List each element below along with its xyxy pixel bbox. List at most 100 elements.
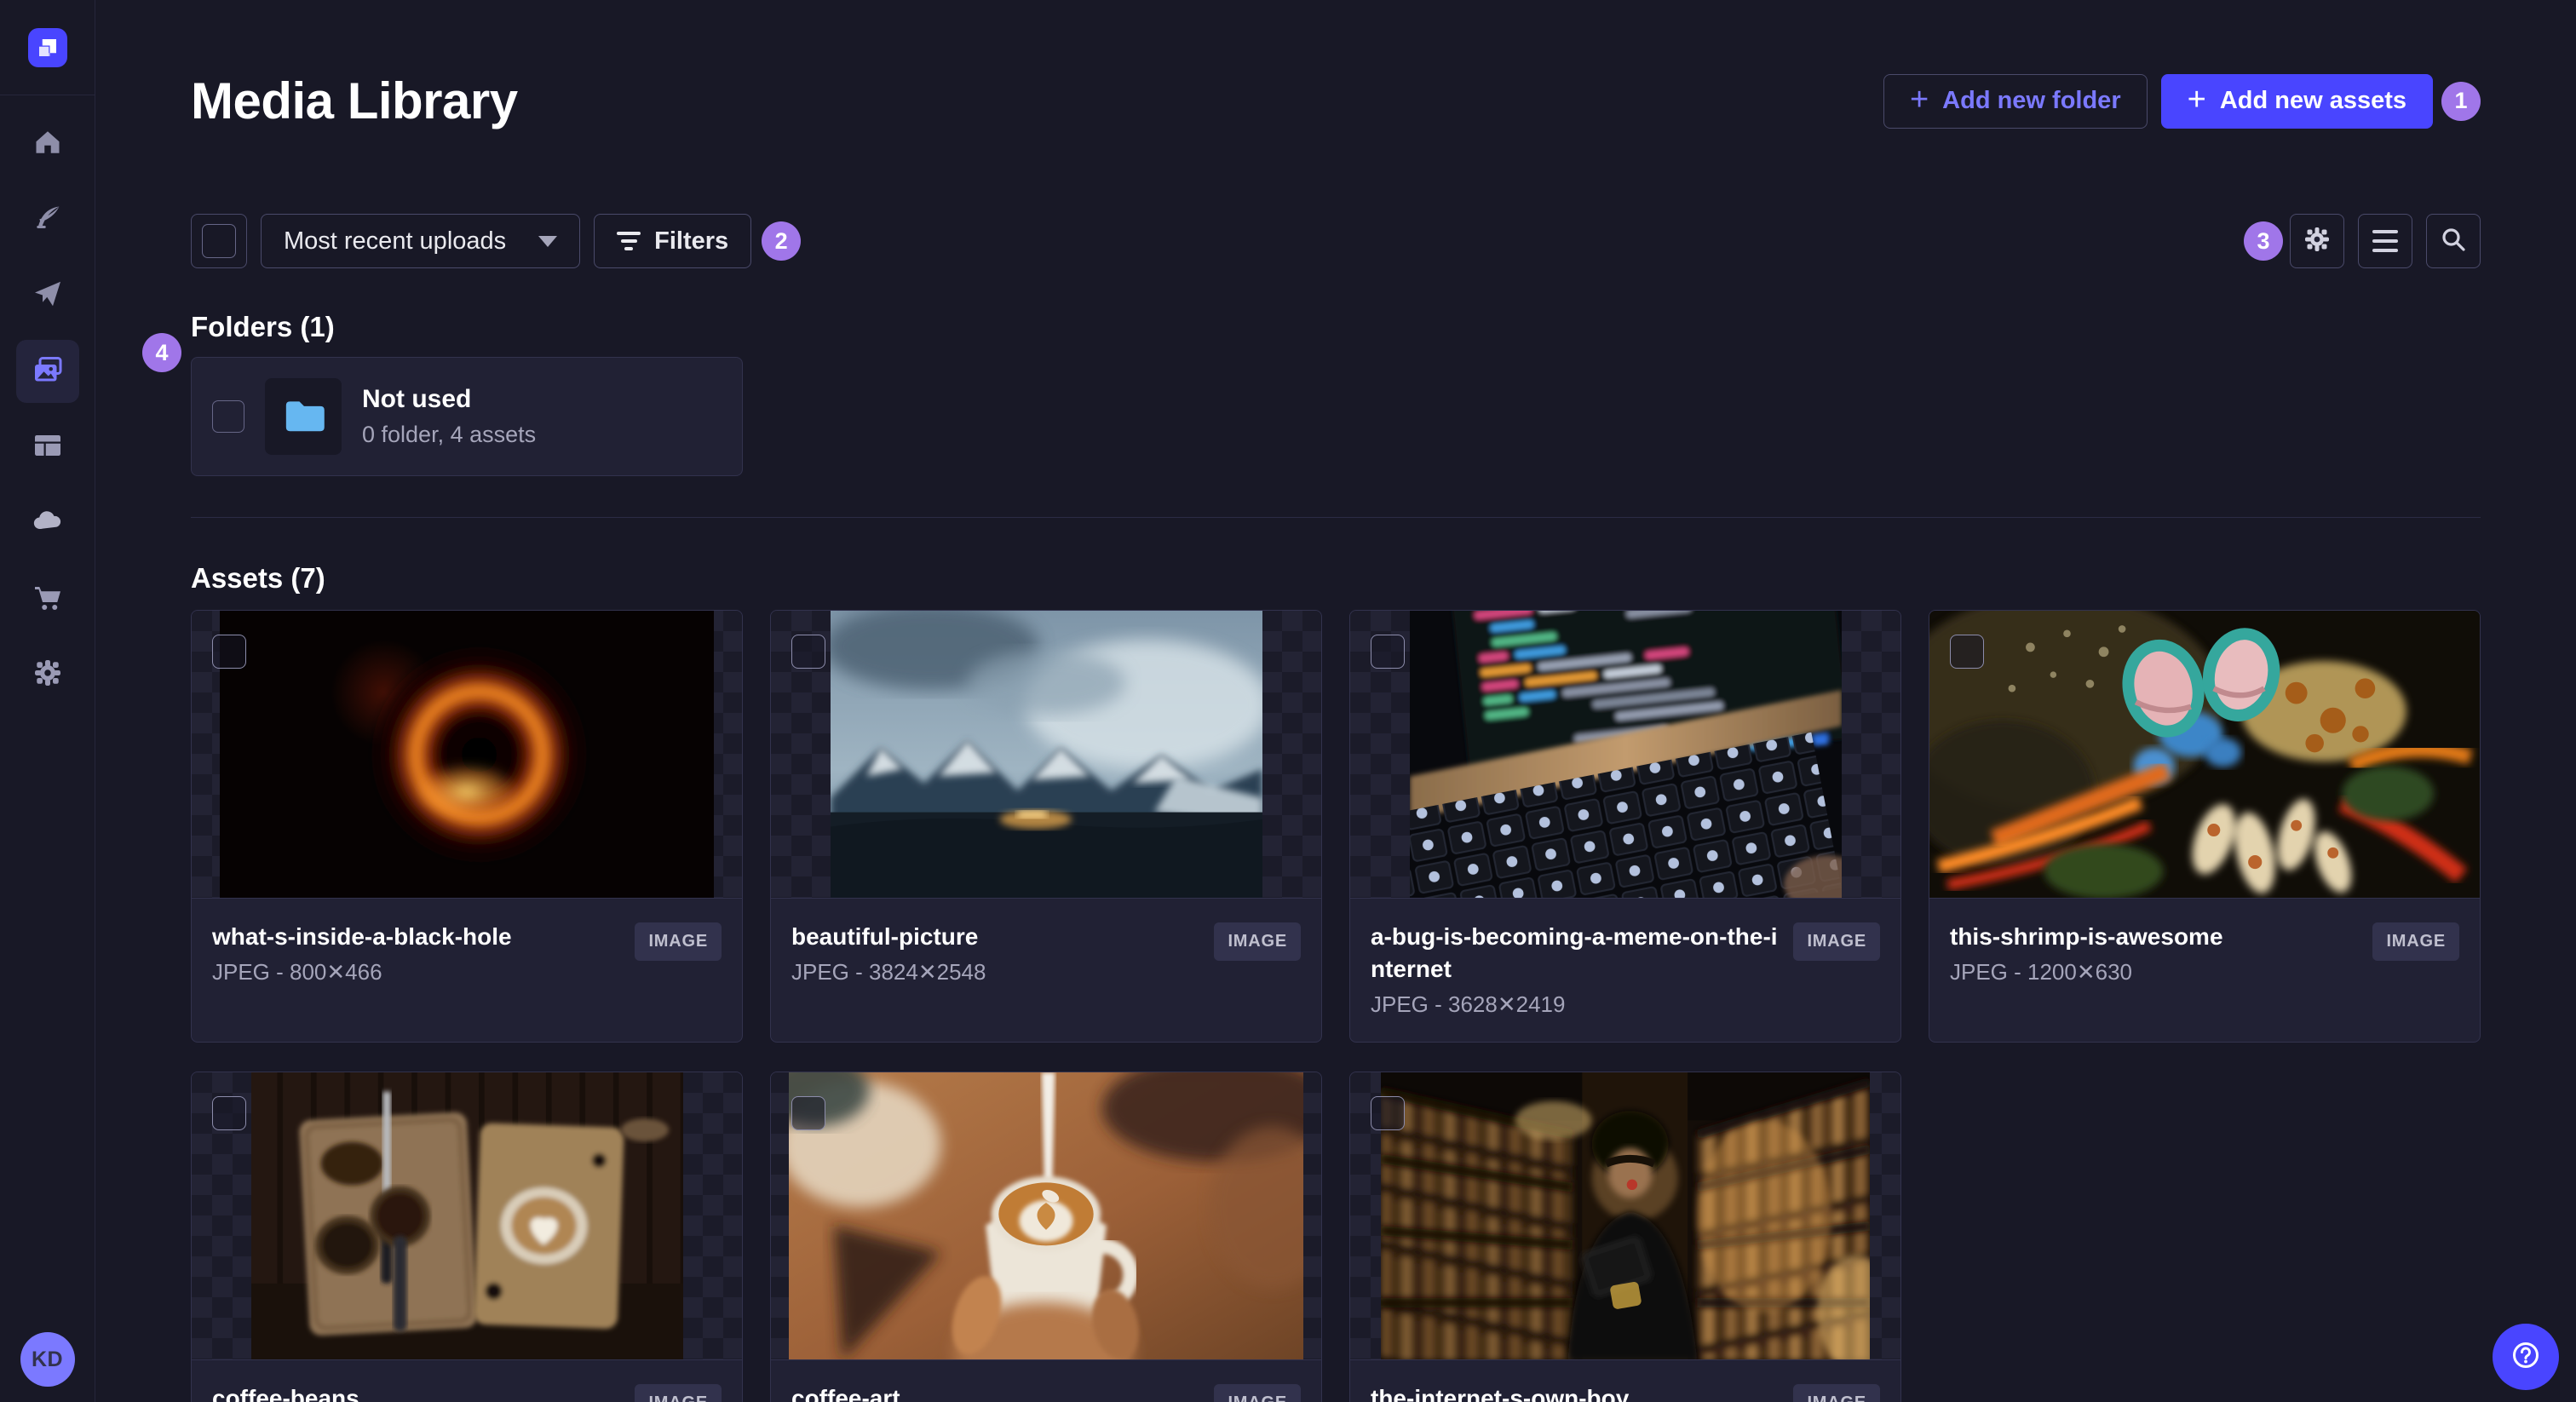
asset-card[interactable]: a-bug-is-becoming-a-meme-on-the-internet…	[1349, 610, 1901, 1043]
asset-info: what-s-inside-a-black-hole JPEG - 800✕46…	[192, 899, 742, 1020]
asset-checkbox[interactable]	[212, 1096, 246, 1130]
asset-card[interactable]: the-internet-s-own-boy JPEG - 1200✕707 I…	[1349, 1072, 1901, 1402]
search-icon	[2439, 225, 2468, 258]
asset-card[interactable]: coffee-art JPEG - 5824✕3259 IMAGE	[770, 1072, 1322, 1402]
asset-info: a-bug-is-becoming-a-meme-on-the-internet…	[1350, 899, 1900, 1042]
asset-name: coffee-beans	[212, 1385, 359, 1402]
asset-thumbnail-art	[1381, 1072, 1870, 1359]
folder-card[interactable]: Not used 0 folder, 4 assets	[191, 357, 743, 476]
view-settings-button[interactable]	[2290, 214, 2344, 268]
filter-icon	[617, 232, 641, 250]
folders-heading: Folders (1)	[191, 311, 335, 342]
logo-container	[0, 0, 95, 95]
asset-info: the-internet-s-own-boy JPEG - 1200✕707 I…	[1350, 1360, 1900, 1402]
search-button[interactable]	[2426, 214, 2481, 268]
sort-select[interactable]: Most recent uploads	[261, 214, 581, 268]
asset-card[interactable]: beautiful-picture JPEG - 3824✕2548 IMAGE	[770, 610, 1322, 1043]
select-all-checkbox-wrapper[interactable]	[191, 214, 247, 268]
asset-checkbox[interactable]	[1950, 635, 1984, 669]
asset-thumbnail-art	[1409, 611, 1842, 898]
media-library-icon	[30, 352, 66, 392]
header-actions: + Add new folder + Add new assets 1	[1883, 73, 2481, 129]
folder-meta: 0 folder, 4 assets	[362, 422, 537, 447]
folder-icon	[281, 396, 325, 438]
folder-checkbox[interactable]	[212, 400, 244, 433]
asset-info: this-shrimp-is-awesome JPEG - 1200✕630 I…	[1929, 899, 2480, 1020]
select-all-checkbox[interactable]	[202, 224, 236, 258]
sidebar-item-content[interactable]	[23, 195, 72, 244]
folders-section: Folders (1) 4 Not used 0 folder, 4 asset…	[142, 311, 2481, 476]
asset-type-badge: IMAGE	[1214, 922, 1301, 961]
user-avatar[interactable]: KD	[20, 1332, 75, 1387]
asset-card[interactable]: coffee-beans JPEG - 5021✕3347 IMAGE	[191, 1072, 743, 1402]
folder-name: Not used	[362, 385, 472, 413]
asset-meta: JPEG - 1200✕630	[1950, 959, 2133, 985]
asset-thumbnail-art	[830, 611, 1262, 898]
folder-text: Not used 0 folder, 4 assets	[362, 385, 536, 448]
strapi-logo[interactable]	[27, 27, 67, 67]
sidebar-item-media-library[interactable]	[15, 340, 79, 403]
asset-checkbox[interactable]	[791, 1096, 825, 1130]
section-divider	[191, 517, 2481, 518]
sidebar-nav	[15, 95, 79, 699]
asset-meta: JPEG - 3824✕2548	[791, 959, 986, 985]
asset-name: beautiful-picture	[791, 923, 979, 950]
filters-button[interactable]: Filters	[594, 214, 752, 268]
gear-icon	[2303, 225, 2332, 258]
page-header: Media Library + Add new folder + Add new…	[191, 0, 2481, 130]
chevron-down-icon	[538, 235, 558, 247]
asset-thumbnail	[771, 1072, 1321, 1360]
gear-icon	[30, 655, 66, 695]
asset-checkbox[interactable]	[1371, 1096, 1405, 1130]
list-view-button[interactable]	[2358, 214, 2412, 268]
asset-thumbnail	[1350, 1072, 1900, 1360]
step-badge-3: 3	[2244, 221, 2283, 261]
asset-card[interactable]: this-shrimp-is-awesome JPEG - 1200✕630 I…	[1929, 610, 2481, 1043]
asset-name: coffee-art	[791, 1385, 900, 1402]
asset-checkbox[interactable]	[212, 635, 246, 669]
asset-type-badge: IMAGE	[1214, 1384, 1301, 1402]
sidebar-item-release[interactable]	[23, 271, 72, 320]
toolbar: Most recent uploads Filters 2 3	[191, 214, 2481, 268]
asset-meta: JPEG - 800✕466	[212, 959, 382, 985]
step-badge-4: 4	[142, 333, 181, 372]
sidebar-item-deploy[interactable]	[23, 498, 72, 548]
asset-type-badge: IMAGE	[1793, 1384, 1880, 1402]
sidebar-item-home[interactable]	[23, 119, 72, 169]
assets-heading: Assets (7)	[191, 562, 325, 594]
sort-select-value: Most recent uploads	[284, 227, 507, 255]
assets-section: Assets (7) what-s-inside-a-black-hole JP…	[191, 562, 2481, 1402]
add-new-assets-button[interactable]: + Add new assets	[2160, 73, 2433, 129]
sidebar-item-marketplace[interactable]	[23, 574, 72, 623]
help-button[interactable]	[2493, 1324, 2559, 1390]
cloud-icon	[30, 503, 66, 543]
question-mark-icon	[2509, 1338, 2543, 1376]
asset-info: coffee-art JPEG - 5824✕3259 IMAGE	[771, 1360, 1321, 1402]
feather-icon	[30, 200, 66, 240]
asset-card[interactable]: what-s-inside-a-black-hole JPEG - 800✕46…	[191, 610, 743, 1043]
sidebar: KD	[0, 0, 95, 1402]
asset-checkbox[interactable]	[791, 635, 825, 669]
asset-info: coffee-beans JPEG - 5021✕3347 IMAGE	[192, 1360, 742, 1402]
asset-name: what-s-inside-a-black-hole	[212, 923, 512, 950]
add-new-folder-button[interactable]: + Add new folder	[1883, 73, 2148, 129]
asset-type-badge: IMAGE	[635, 1384, 722, 1402]
asset-type-badge: IMAGE	[1793, 922, 1880, 961]
sidebar-item-content-type-builder[interactable]	[23, 422, 72, 472]
asset-thumbnail	[192, 1072, 742, 1360]
list-icon	[2372, 230, 2398, 252]
sidebar-item-settings[interactable]	[23, 650, 72, 699]
asset-thumbnail-art	[220, 611, 714, 898]
asset-thumbnail-art	[1929, 611, 2480, 898]
page-title: Media Library	[191, 72, 518, 129]
asset-meta: JPEG - 3628✕2419	[1371, 991, 1566, 1017]
home-icon	[30, 124, 66, 164]
asset-thumbnail	[1350, 611, 1900, 899]
asset-thumbnail-art	[789, 1072, 1303, 1359]
asset-thumbnail	[192, 611, 742, 899]
asset-checkbox[interactable]	[1371, 635, 1405, 669]
toolbar-left: Most recent uploads Filters 2	[191, 214, 802, 268]
asset-info: beautiful-picture JPEG - 3824✕2548 IMAGE	[771, 899, 1321, 1020]
asset-type-badge: IMAGE	[2372, 922, 2459, 961]
asset-name: this-shrimp-is-awesome	[1950, 923, 2223, 950]
